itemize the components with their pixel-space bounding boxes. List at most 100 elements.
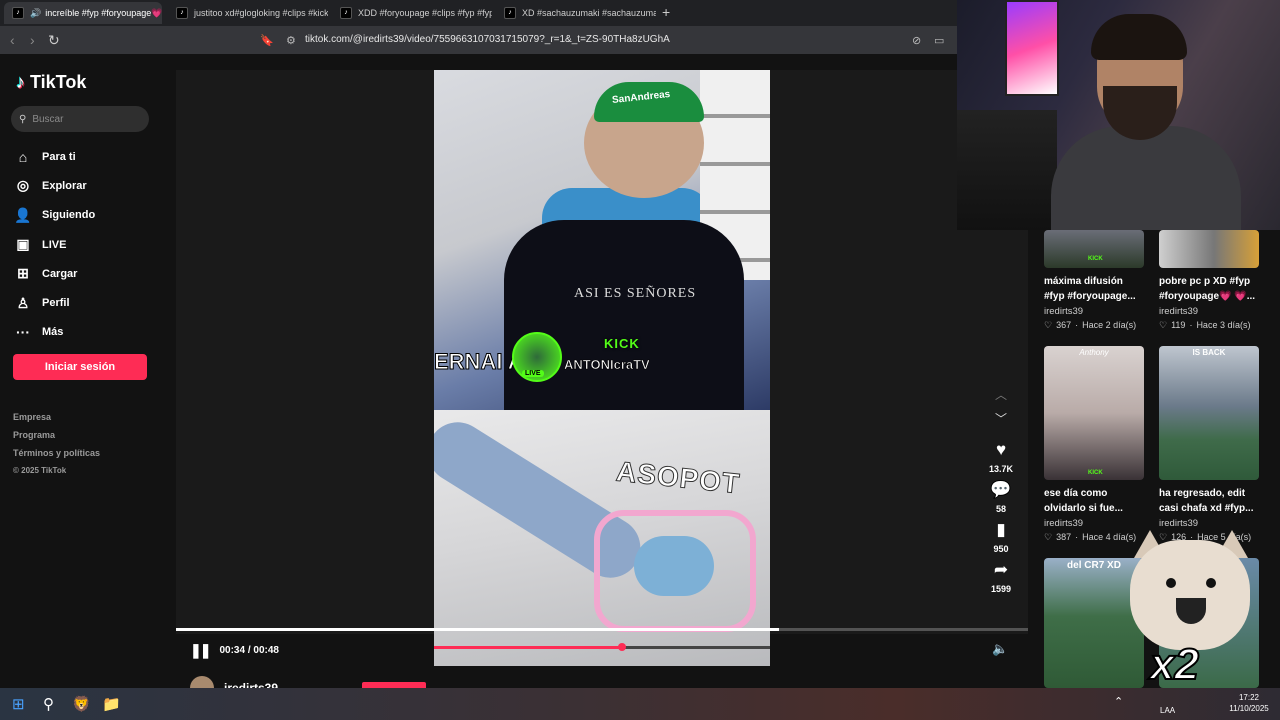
live-label: LIVE [522,370,544,377]
file-explorer-icon[interactable]: 📁 [102,695,121,713]
sidebar-item-siguiendo[interactable]: 👤 Siguiendo [14,201,95,230]
comment-count: 58 [995,504,1006,514]
language-indicator[interactable]: LAA [1160,705,1175,716]
like-button[interactable]: ♥ 13.7K [980,440,1022,474]
clock[interactable]: 17:22 11/10/2025 [1224,692,1274,714]
bookmark-icon: ▮ [996,520,1006,539]
tray-chevron-icon[interactable]: ⌃ [1114,697,1123,708]
kick-logo: KICK [604,336,640,351]
desk-equipment [957,110,1057,230]
live-icon: ▣ [16,236,30,253]
cat-eye [1166,578,1176,588]
back-icon[interactable]: ‹ [10,32,15,48]
video-card[interactable]: pobre pc p XD #fyp #foryoupage💗 💗... ire… [1159,230,1259,331]
tab-2[interactable]: ♪ justitoo xd#glogloking #clips #kickpa [168,2,328,24]
sidebar-item-live[interactable]: ▣ LIVE [14,230,95,259]
tiktok-logo[interactable]: ♪ TikTok [16,72,86,93]
footer-link-terms[interactable]: Términos y políticas [13,444,100,462]
tiktok-favicon-icon: ♪ [12,7,24,19]
video-thumbnail[interactable] [1159,230,1259,268]
video-player[interactable]: SanAndreas ASI ES SEÑORES ERNAI A SO ANT… [434,70,770,666]
video-card-title[interactable]: máxima difusión #fyp #foryoupage... [1044,274,1144,304]
cast-icon[interactable]: ▭ [934,34,944,47]
search-icon[interactable]: ⚲ [43,695,54,713]
video-thumbnail[interactable]: KICK [1044,230,1144,268]
footer-link-empresa[interactable]: Empresa [13,408,100,426]
sidebar-item-label: Explorar [42,179,87,192]
sidebar-nav: ⌂ Para ti ◎ Explorar 👤 Siguiendo ▣ LIVE … [14,142,95,347]
compass-icon: ◎ [16,177,30,194]
thumbnail-caption: IS BACK [1192,348,1226,357]
url-field[interactable]: tiktok.com/@iredirts39/video/75596631070… [305,34,670,45]
logo-text: TikTok [30,72,87,92]
video-card-title[interactable]: ese día como olvidarlo si fue... [1044,486,1144,516]
seek-fill [176,628,780,631]
sidebar-item-perfil[interactable]: ♙ Perfil [14,288,95,317]
tab-title: XDD #foryoupage #clips #fyp #fypp [358,8,492,18]
share-button[interactable]: ➦ 1599 [980,560,1022,594]
sidebar-item-para-ti[interactable]: ⌂ Para ti [14,142,95,171]
previous-video-icon[interactable]: ︿ [980,386,1022,410]
streamer-body [1051,126,1241,230]
forward-icon[interactable]: › [30,32,35,48]
speaker-icon[interactable]: 🔊 [30,8,41,19]
pause-icon[interactable]: ❚❚ [190,642,212,659]
site-info-icon[interactable]: ⚙ [286,34,296,47]
video-card[interactable]: Anthony KICK ese día como olvidarlo si f… [1044,346,1144,543]
comment-icon: 💬 [990,480,1012,499]
time-readout: 00:34 / 00:48 [219,645,279,656]
home-icon: ⌂ [18,148,28,165]
video-card[interactable]: IS BACK ha regresado, edit casi chafa xd… [1159,346,1259,543]
video-card-title[interactable]: ha regresado, edit casi chafa xd #fyp... [1159,486,1259,516]
copyright: © 2025 TikTok [13,466,67,475]
search-icon: ⚲ [19,113,27,125]
video-thumbnail[interactable]: Anthony KICK [1044,346,1144,480]
heart-outline-icon: ♡ [1159,320,1168,330]
sidebar-footer: Empresa Programa Términos y políticas © … [13,408,100,480]
sidebar-item-label: Cargar [42,267,78,280]
brave-browser-icon[interactable]: 🦁 [72,695,91,713]
video-card-likes: 367 [1056,320,1072,330]
cat-eye [1206,578,1216,588]
tab-4[interactable]: ♪ XD #sachauzumaki #sachauzumakicl [496,2,656,24]
sidebar-item-cargar[interactable]: ⊞ Cargar [14,259,95,288]
upload-icon: ⊞ [17,265,29,282]
thumbnail-caption: Anthony [1079,348,1109,357]
video-card[interactable]: KICK máxima difusión #fyp #foryoupage...… [1044,230,1144,331]
streamer-hair [1091,14,1187,60]
video-thumbnail[interactable]: IS BACK [1159,346,1259,480]
comment-button[interactable]: 💬 58 [980,480,1022,514]
video-card-likes: 119 [1171,320,1186,330]
tab-3[interactable]: ♪ XDD #foryoupage #clips #fyp #fypp [332,2,492,24]
search-input[interactable]: ⚲ Buscar [11,106,149,132]
video-card-user[interactable]: iredirts39 [1159,306,1259,317]
video-card-title[interactable]: pobre pc p XD #fyp #foryoupage💗 💗... [1159,274,1259,304]
login-button[interactable]: Iniciar sesión [13,354,147,380]
video-seek-bar[interactable] [176,628,1028,631]
cat-face [1130,540,1250,650]
tiktok-favicon-icon: ♪ [340,7,352,19]
reload-icon[interactable]: ↻ [48,32,60,49]
new-tab-button[interactable]: + [662,4,670,20]
tab-active[interactable]: ♪ 🔊 increíble #fyp #foryoupage💗 ✕ [4,2,162,24]
save-button[interactable]: ▮ 950 [980,520,1022,554]
extension-icon[interactable]: ⊘ [912,34,921,47]
live-avatar-badge: LIVE [512,332,562,382]
sidebar-item-label: Para ti [42,150,76,163]
video-card-user[interactable]: iredirts39 [1044,306,1144,317]
footer-link-programa[interactable]: Programa [13,426,100,444]
video-card-user[interactable]: iredirts39 [1159,518,1259,529]
bookmark-icon[interactable]: 🔖 [260,34,274,47]
inner-progress-bar [434,643,770,651]
volume-icon[interactable]: 🔈 [992,641,1008,657]
next-video-icon[interactable]: ﹀ [980,410,1022,434]
heart-outline-icon: ♡ [1044,532,1053,542]
video-card-user[interactable]: iredirts39 [1044,518,1144,529]
sidebar-item-mas[interactable]: ··· Más [14,318,95,347]
tab-bar: ♪ 🔊 increíble #fyp #foryoupage💗 ✕ ♪ just… [0,0,958,26]
video-card-age: Hace 2 día(s) [1082,320,1137,330]
sidebar-item-explorar[interactable]: ◎ Explorar [14,171,95,200]
video-card-likes: 387 [1056,532,1072,542]
windows-start-icon[interactable]: ⊞ [12,695,25,713]
inner-progress-fill [434,646,623,649]
